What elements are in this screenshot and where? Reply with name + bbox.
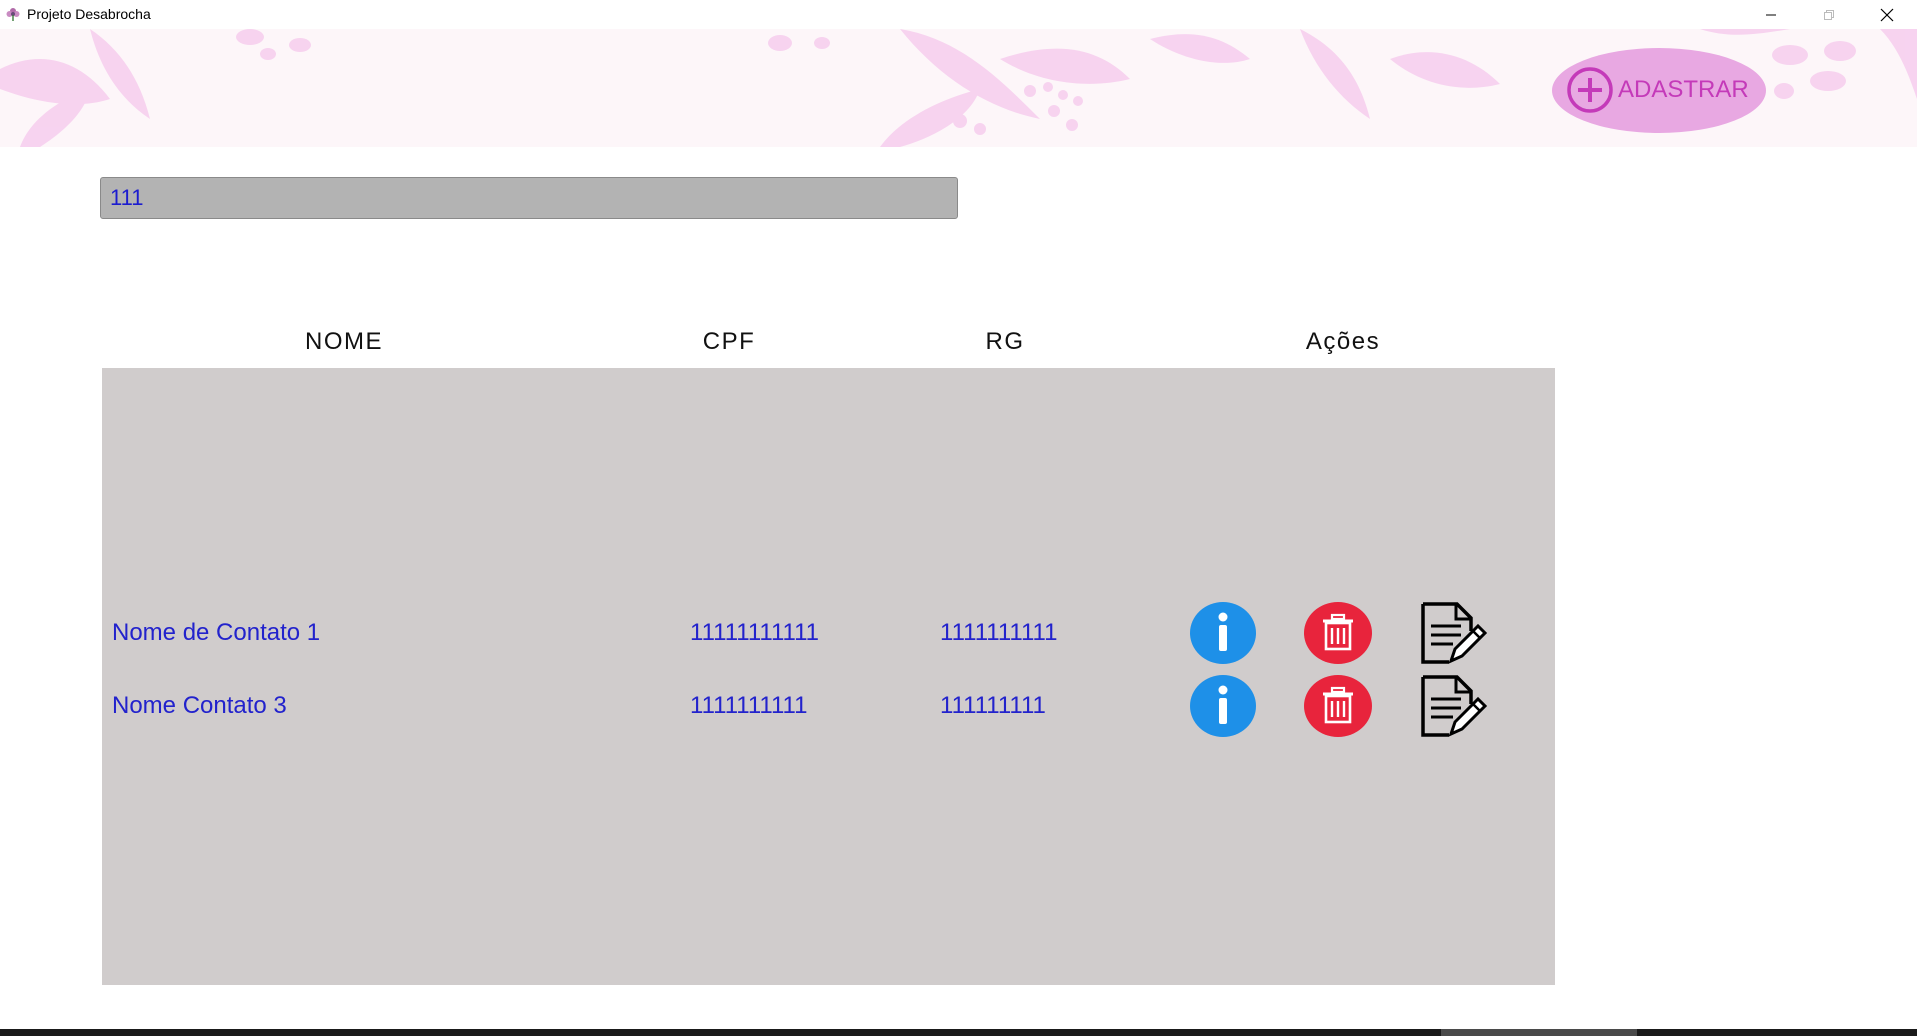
info-icon [1190, 675, 1256, 737]
bottom-edge-bar [0, 1029, 1917, 1036]
trash-icon [1304, 602, 1372, 664]
cell-cpf: 11111111111 [690, 619, 820, 646]
maximize-button[interactable] [1800, 0, 1858, 29]
search-input[interactable] [100, 177, 958, 219]
cell-rg: 1111111111 [940, 619, 1058, 646]
cell-nome: Nome de Contato 1 [112, 619, 321, 646]
close-icon [1880, 8, 1894, 21]
trash-icon [1304, 675, 1372, 737]
delete-button[interactable] [1304, 674, 1372, 738]
window-title: Projeto Desabrocha [27, 6, 151, 22]
contacts-table: Nome de Contato 1 11111111111 1111111111 [102, 368, 1555, 985]
column-header-rg: RG [985, 328, 1025, 355]
cell-nome: Nome Contato 3 [112, 692, 287, 719]
column-header-cpf: CPF [702, 328, 756, 355]
edit-button[interactable] [1419, 674, 1488, 738]
cell-cpf: 1111111111 [690, 692, 808, 719]
edit-document-icon [1421, 602, 1488, 664]
header-banner: ADASTRAR [0, 29, 1917, 147]
table-row: Nome Contato 3 1111111111 111111111 [102, 674, 1555, 738]
edit-document-icon [1421, 675, 1488, 737]
edit-button[interactable] [1419, 601, 1488, 665]
cell-rg: 111111111 [940, 692, 1046, 719]
cadastrar-label: ADASTRAR [1618, 76, 1749, 103]
info-button[interactable] [1189, 601, 1257, 665]
minimize-button[interactable] [1742, 0, 1800, 29]
column-header-acoes: Ações [1305, 328, 1381, 355]
close-button[interactable] [1858, 0, 1916, 29]
info-icon [1190, 602, 1256, 664]
delete-button[interactable] [1304, 601, 1372, 665]
add-circle-icon [1567, 67, 1613, 113]
title-bar: Projeto Desabrocha [0, 0, 1917, 29]
bottom-edge-highlight [1441, 1029, 1637, 1036]
cadastrar-button[interactable]: ADASTRAR [1552, 48, 1766, 133]
app-flower-icon [6, 8, 20, 21]
info-button[interactable] [1189, 674, 1257, 738]
minimize-icon [1766, 14, 1776, 15]
column-header-nome: NOME [305, 328, 383, 355]
table-row: Nome de Contato 1 11111111111 1111111111 [102, 601, 1555, 665]
restore-icon [1824, 9, 1834, 20]
